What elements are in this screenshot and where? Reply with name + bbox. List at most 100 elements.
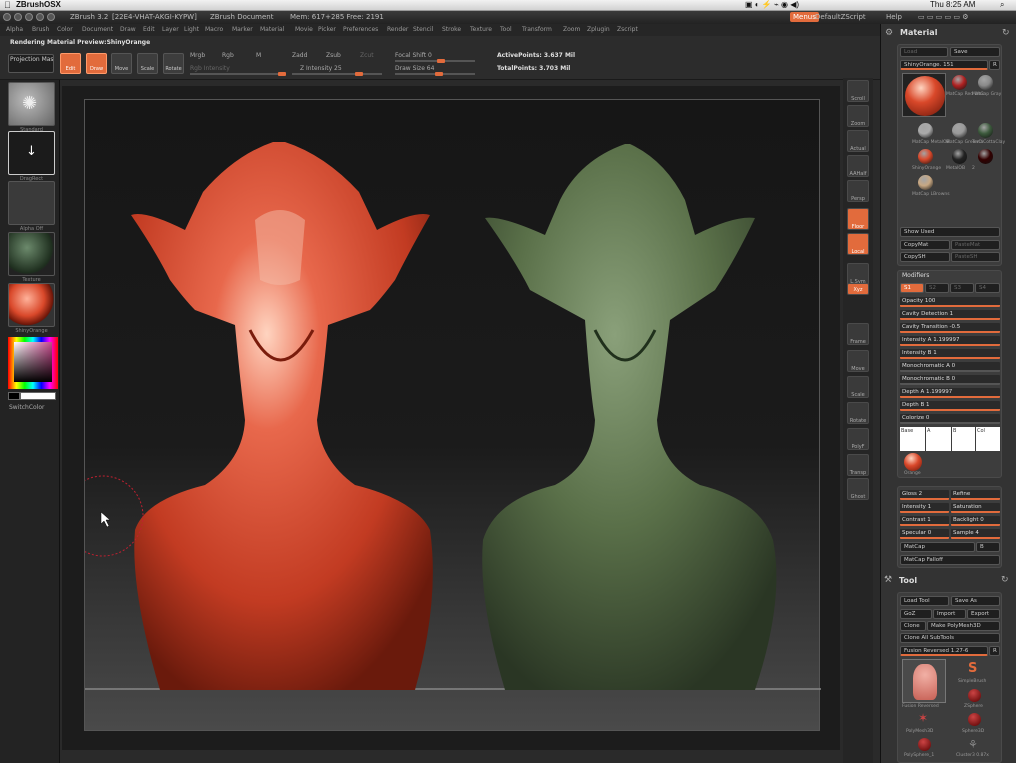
projection-master-button[interactable]: Projection Master [8,54,54,73]
edit-button[interactable]: Edit [60,53,81,74]
export-button[interactable]: Export [967,609,1000,619]
channel-base[interactable]: Base [900,427,925,451]
material-swatch[interactable] [952,75,967,90]
maximize-window-icon[interactable] [25,13,33,21]
color-gradient-square[interactable] [14,342,52,382]
load-material-button[interactable]: Load [900,47,948,57]
channel-a[interactable]: A [926,427,951,451]
cavity-detection-slider[interactable]: Cavity Detection 1 [900,310,1000,320]
frame-button[interactable]: Frame [847,323,869,345]
green-alien-bust[interactable] [482,144,777,690]
minimize-window-icon[interactable] [14,13,22,21]
s3-tab[interactable]: S3 [950,283,974,293]
current-material-preview[interactable] [902,73,946,117]
material-swatch[interactable] [978,75,993,90]
intensity-a-slider[interactable]: Intensity A 1.199997 [900,336,1000,346]
copysh-button[interactable]: CopySH [900,252,950,262]
transp-button[interactable]: Transp [847,454,869,476]
menu-tool[interactable]: Tool [500,26,512,33]
save-material-button[interactable]: Save [950,47,1000,57]
zsphere-icon[interactable] [968,689,981,702]
material-panel-title[interactable]: Material [881,26,1016,40]
polysphere-icon[interactable] [918,738,931,751]
secondary-color-swatch[interactable] [20,392,56,400]
window-button-icon[interactable] [36,13,44,21]
show-used-button[interactable]: Show Used [900,227,1000,237]
material-swatch[interactable] [978,123,993,138]
material-swatch[interactable] [952,123,967,138]
alpha-thumb[interactable]: Alpha Off [8,181,55,232]
scale-view-button[interactable]: Scale [847,376,869,398]
default-zscript-button[interactable]: DefaultZScript [815,13,866,21]
menu-stroke[interactable]: Stroke [442,26,461,33]
monochromatic-a-slider[interactable]: Monochromatic A 0 [900,362,1000,372]
menu-edit[interactable]: Edit [143,26,155,33]
polymesh3d-icon[interactable]: ✶ [918,711,928,725]
document-canvas[interactable] [62,99,838,731]
depth-a-slider[interactable]: Depth A 1.199997 [900,388,1000,398]
contrast-slider[interactable]: Contrast 1 [900,516,949,526]
scroll-button[interactable]: Scroll [847,80,869,102]
brush-thumb[interactable]: ✺ Standard [8,82,55,133]
apple-menu-icon[interactable]:  [4,0,11,10]
depth-b-slider[interactable]: Depth B 1 [900,401,1000,411]
refine-slider[interactable]: Refine [951,490,1000,500]
monochromatic-b-slider[interactable]: Monochromatic B 0 [900,375,1000,385]
move-button[interactable]: Move [111,53,132,74]
copymat-button[interactable]: CopyMat [900,240,950,250]
close-window-icon[interactable] [3,13,11,21]
s1-tab[interactable]: S1 [900,283,924,293]
stroke-thumb[interactable]: ↓ DragRect [8,131,55,182]
mrgb-button[interactable]: Mrgb [190,52,205,59]
window-button-icon[interactable] [47,13,55,21]
lsym-button[interactable]: L.Sym [847,263,869,285]
ghost-button[interactable]: Ghost [847,478,869,500]
material-swatch[interactable] [918,123,933,138]
zsub-button[interactable]: Zsub [326,52,341,59]
import-button[interactable]: Import [933,609,966,619]
status-icons[interactable]: ▣ ◐ ⚡ ⌁ ◉ ◀) [745,0,799,9]
actual-button[interactable]: Actual [847,130,869,152]
backlight-slider[interactable]: Backlight 0 [951,516,1000,526]
focal-shift-slider[interactable]: Focal Shift 0 [395,52,432,59]
tool-r-button[interactable]: R [989,646,1000,656]
sphere3d-icon[interactable] [968,713,981,726]
switch-color-button[interactable]: SwitchColor [9,404,45,411]
tool-panel-header[interactable]: ⚒ Tool ↻ [880,575,1016,589]
menu-layer[interactable]: Layer [162,26,179,33]
menu-macro[interactable]: Macro [205,26,223,33]
opacity-slider[interactable]: Opacity 100 [900,297,1000,307]
matcap-falloff-button[interactable]: MatCap Falloff [900,555,1000,565]
material-thumb[interactable]: ShinyOrange [8,283,55,334]
matcap-button[interactable]: MatCap [900,542,975,552]
menu-light[interactable]: Light [184,26,199,33]
menu-zplugin[interactable]: Zplugin [587,26,610,33]
material-swatch[interactable] [918,149,933,164]
rgb-intensity-slider[interactable]: Rgb Intensity [190,65,230,72]
scale-button[interactable]: Scale [137,53,158,74]
menu-draw[interactable]: Draw [120,26,136,33]
menu-marker[interactable]: Marker [232,26,253,33]
material-swatch[interactable] [918,175,933,190]
color-picker[interactable] [8,337,58,389]
menu-document[interactable]: Document [82,26,113,33]
tool-refresh-icon[interactable]: ↻ [1001,575,1009,585]
zadd-button[interactable]: Zadd [292,52,307,59]
load-tool-button[interactable]: Load Tool [900,596,949,606]
sample-slider[interactable]: Sample 4 [951,529,1000,539]
s2-tab[interactable]: S2 [925,283,949,293]
material-swatch[interactable] [952,149,967,164]
saturation-slider[interactable]: Saturation [951,503,1000,513]
intensity-b-slider[interactable]: Intensity B 1 [900,349,1000,359]
tool-slider[interactable]: Fusion Reversed 1.27-6 [900,646,988,656]
goz-button[interactable]: GoZ [900,609,932,619]
material-r-button[interactable]: R [989,60,1000,70]
layout-icons[interactable]: ▭ ▭ ▭ ▭ ▭ ⚙ [918,13,968,21]
menu-zoom[interactable]: Zoom [563,26,580,33]
pastesh-button[interactable]: PasteSH [951,252,1000,262]
matcap-b-button[interactable]: B [976,542,1000,552]
xyz-button[interactable]: Xyz [847,283,869,295]
make-polymesh-button[interactable]: Make PolyMesh3D [927,621,1000,631]
current-tool-preview[interactable] [902,659,946,703]
rgb-intensity-track[interactable] [190,72,286,76]
